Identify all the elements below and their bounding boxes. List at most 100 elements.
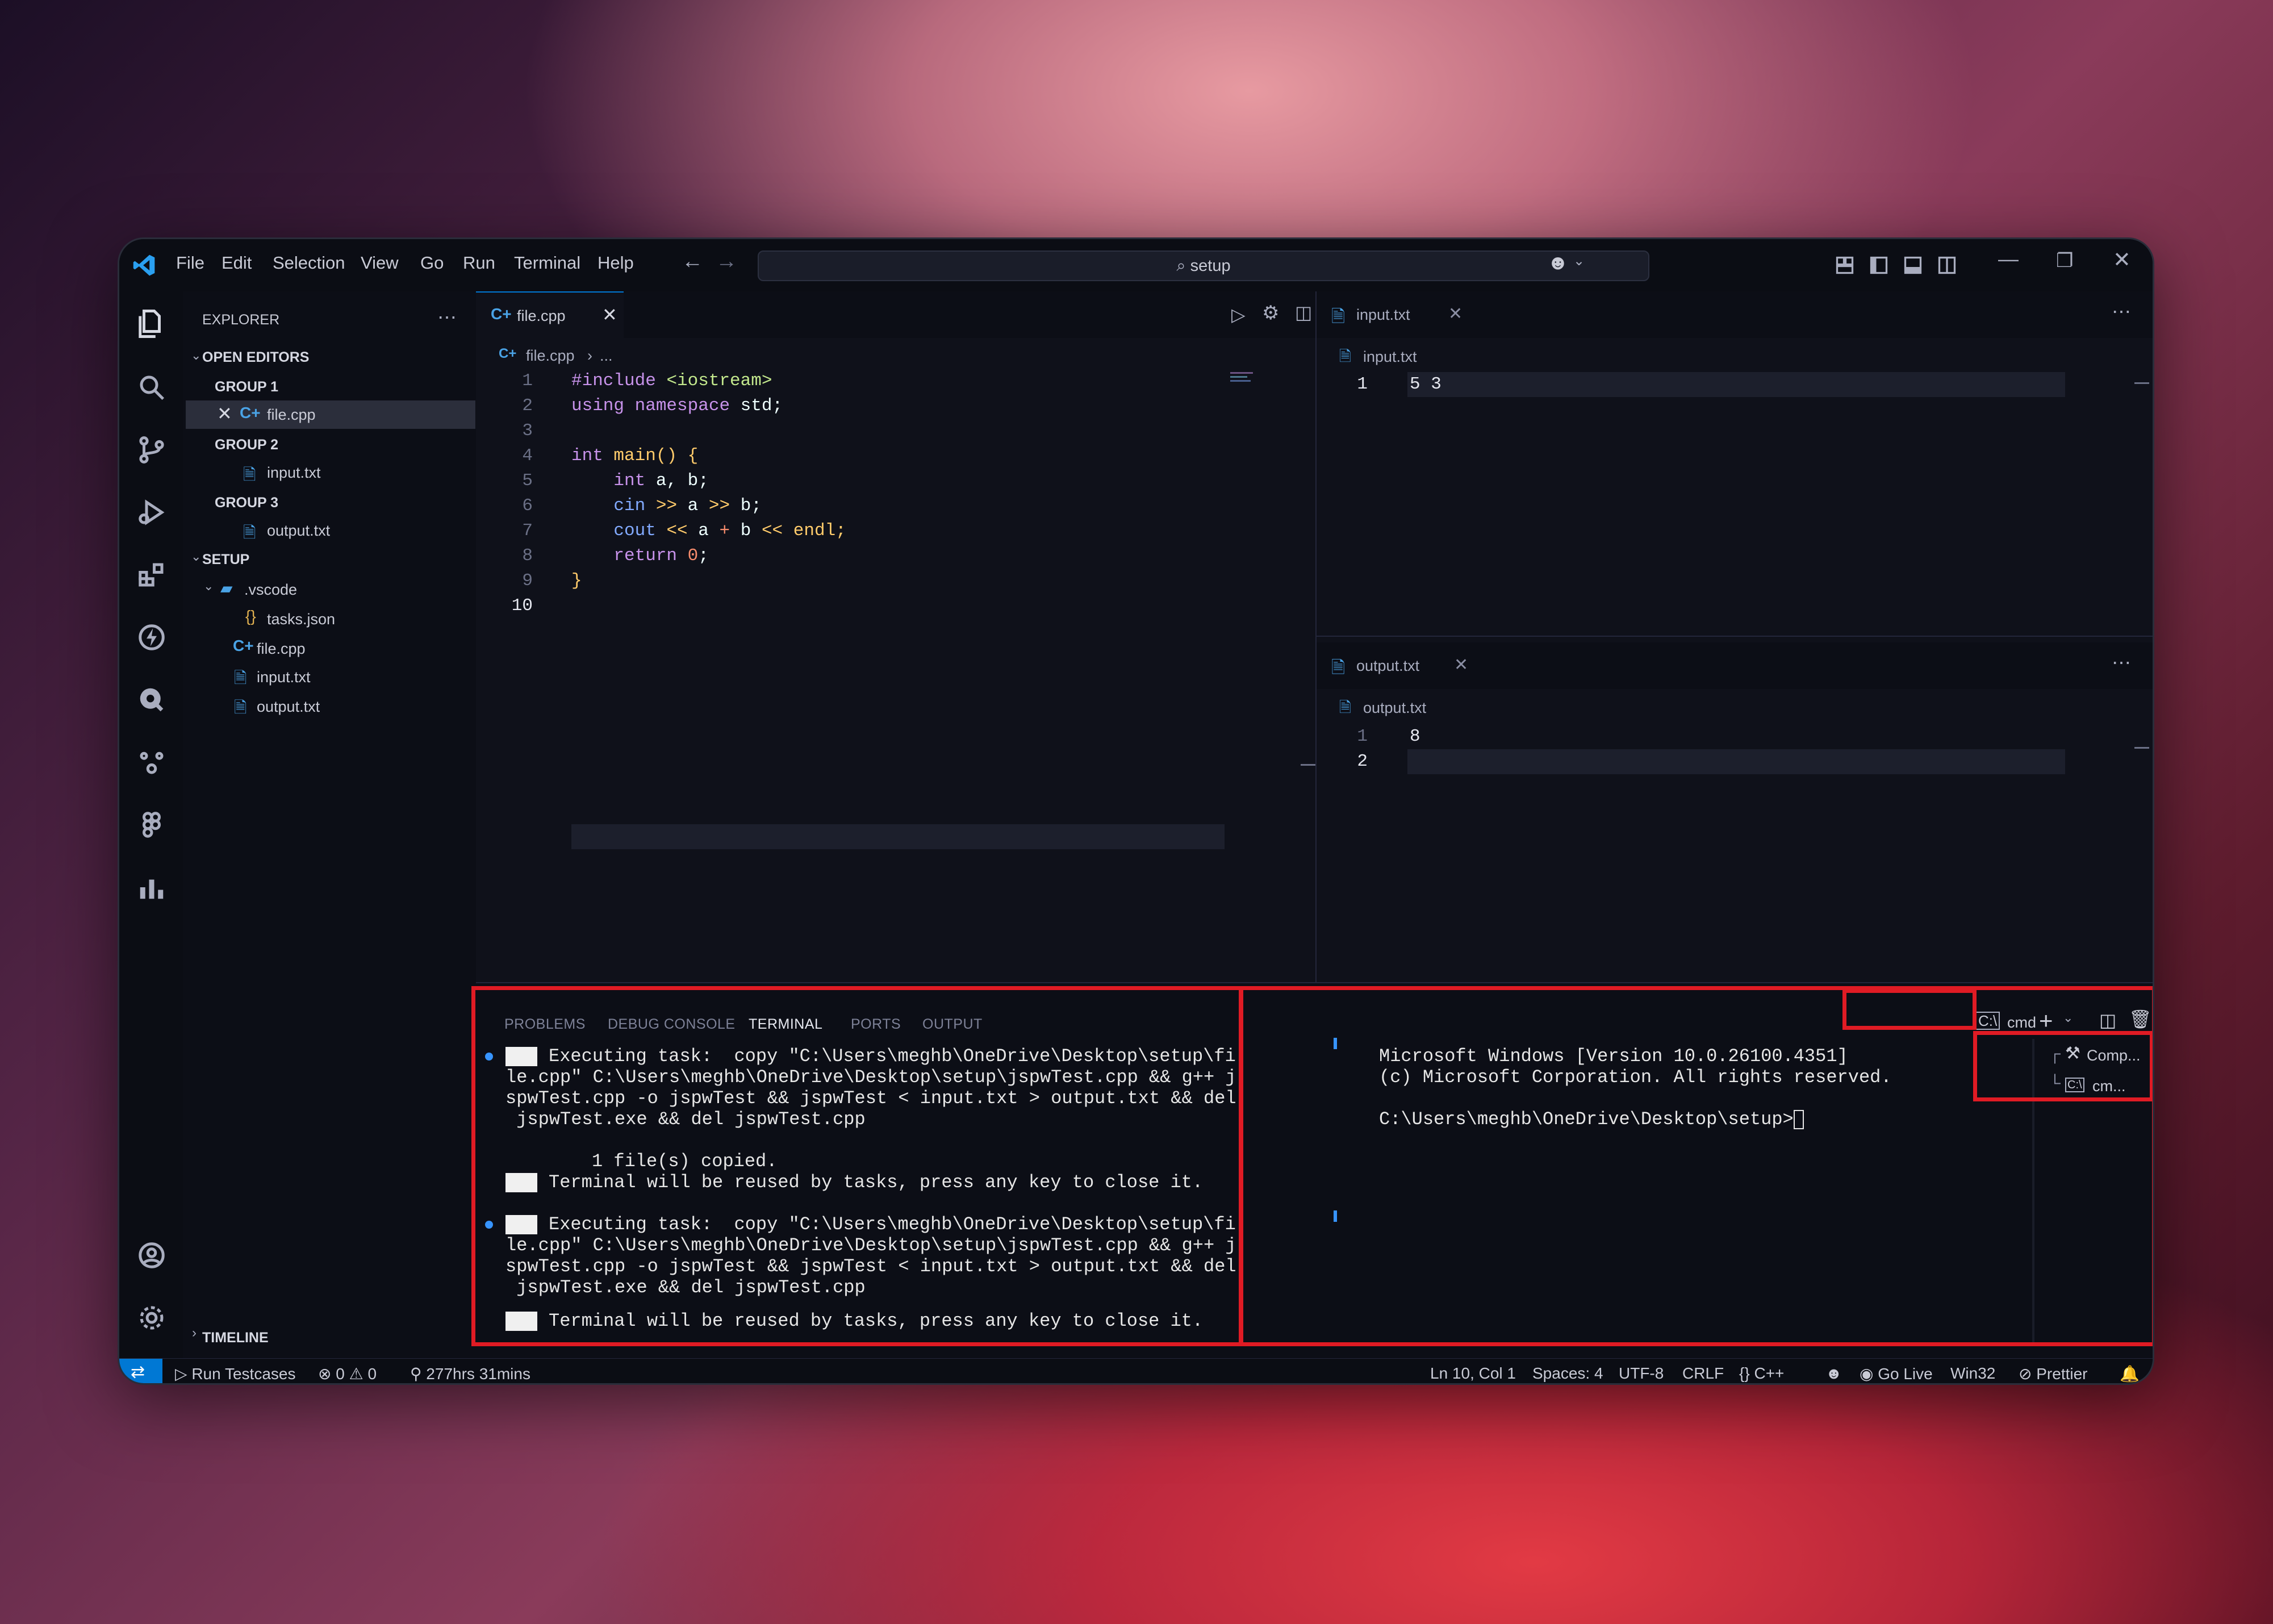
search-icon[interactable]	[136, 372, 167, 403]
group-2-label: GROUP 2	[215, 437, 279, 453]
source-control-icon[interactable]	[136, 435, 167, 465]
split-editor-icon[interactable]: ◫	[1295, 302, 1312, 323]
line-number: 7	[522, 521, 533, 541]
play-icon: ▷	[175, 1365, 187, 1383]
back-arrow-icon[interactable]: ←	[682, 249, 703, 274]
line-number: 1	[1357, 374, 1368, 394]
prettier-status[interactable]: ⊘ Prettier	[2019, 1364, 2088, 1383]
line-number: 1	[1357, 727, 1368, 746]
run-testcases-button[interactable]: ▷ Run Testcases	[175, 1364, 295, 1383]
menu-run[interactable]: Run	[463, 253, 495, 273]
competitive-companion-icon[interactable]	[136, 684, 167, 715]
menu-selection[interactable]: Selection	[273, 253, 345, 273]
minimap[interactable]	[1230, 372, 1259, 389]
timeline-header[interactable]: TIMELINE	[202, 1330, 269, 1346]
menu-file[interactable]: File	[176, 253, 204, 273]
line-number: 5	[522, 471, 533, 491]
json-file-icon: {}	[245, 607, 256, 625]
encoding[interactable]: UTF-8	[1619, 1364, 1664, 1383]
chevron-down-icon[interactable]: ⌄	[1573, 253, 1585, 269]
search-text: setup	[1190, 257, 1231, 275]
group-1-label: GROUP 1	[215, 379, 279, 395]
platform[interactable]: Win32	[1950, 1364, 1995, 1383]
text-file-icon: 🗎	[243, 524, 256, 541]
tab-input-txt[interactable]: 🗎 input.txt ✕	[1317, 291, 1470, 338]
bar-chart-icon[interactable]	[136, 872, 167, 903]
line-ending[interactable]: CRLF	[1682, 1364, 1724, 1383]
breadcrumb-file[interactable]: input.txt	[1363, 348, 1417, 366]
command-center-search[interactable]: ⌕ setup	[758, 251, 1649, 281]
menu-terminal[interactable]: Terminal	[514, 253, 580, 273]
menu-edit[interactable]: Edit	[222, 253, 252, 273]
close-tab-icon[interactable]: ✕	[602, 304, 617, 325]
indentation[interactable]: Spaces: 4	[1532, 1364, 1603, 1383]
open-editor-label[interactable]: output.txt	[267, 522, 330, 540]
account-icon[interactable]	[136, 1240, 167, 1271]
more-actions-icon[interactable]: ⋯	[2112, 300, 2131, 323]
scroll-indicator	[2134, 747, 2149, 749]
forward-arrow-icon[interactable]: →	[716, 249, 737, 274]
chevron-down-icon[interactable]: ⌄	[203, 579, 214, 594]
problems-indicator[interactable]: ⊗ 0 ⚠ 0	[318, 1364, 377, 1383]
tab-label: file.cpp	[517, 307, 566, 324]
toggle-secondary-sidebar-icon[interactable]	[1937, 255, 1957, 275]
settings-gear-icon[interactable]	[136, 1302, 167, 1333]
extensions-icon[interactable]	[136, 560, 167, 590]
activity-bar	[119, 291, 183, 1358]
cursor-position[interactable]: Ln 10, Col 1	[1430, 1364, 1516, 1383]
chevron-down-icon[interactable]: ⌄	[191, 549, 201, 564]
remote-indicator[interactable]: ⇄	[119, 1359, 162, 1383]
close-icon[interactable]: ✕	[217, 403, 232, 424]
code-area[interactable]: #include <iostream> using namespace std;…	[571, 371, 1225, 621]
tab-output-txt[interactable]: 🗎 output.txt ✕	[1317, 642, 1476, 689]
input-content[interactable]: 5 3	[1410, 374, 1441, 394]
explorer-icon[interactable]	[136, 308, 167, 339]
go-live-button[interactable]: ◉ Go Live	[1860, 1364, 1933, 1383]
close-tab-icon[interactable]: ✕	[1448, 304, 1463, 324]
toggle-sidebar-icon[interactable]	[1869, 255, 1889, 275]
figma-icon[interactable]	[136, 809, 167, 840]
open-editor-label[interactable]: input.txt	[267, 464, 321, 482]
live-share-icon[interactable]	[136, 747, 167, 778]
lightning-icon[interactable]	[136, 622, 167, 653]
restore-icon[interactable]: ❐	[2056, 249, 2073, 272]
setup-folder-header[interactable]: SETUP	[202, 552, 249, 568]
more-actions-icon[interactable]: ⋯	[437, 306, 457, 329]
breadcrumb-file[interactable]: file.cpp	[526, 347, 575, 365]
settings-gear-icon[interactable]: ⚙	[1262, 302, 1279, 324]
explorer-sidebar: EXPLORER ⋯ ⌄ OPEN EDITORS GROUP 1 ✕ C+ f…	[183, 291, 476, 1358]
editor-group-1: C+ file.cpp ✕ ▷ ⚙ ◫ C+ file.cpp › ... 1 …	[476, 291, 1318, 982]
breadcrumb-rest[interactable]: ...	[600, 347, 613, 365]
menu-go[interactable]: Go	[420, 253, 444, 273]
minimize-icon[interactable]: —	[1998, 247, 2019, 271]
menu-help[interactable]: Help	[598, 253, 634, 273]
menu-view[interactable]: View	[361, 253, 399, 273]
explorer-title: EXPLORER	[202, 312, 280, 328]
tree-item-file-cpp[interactable]: file.cpp	[257, 640, 306, 658]
tree-item-vscode[interactable]: .vscode	[244, 581, 297, 599]
more-actions-icon[interactable]: ⋯	[2112, 652, 2131, 674]
run-debug-icon[interactable]	[136, 497, 167, 528]
run-code-icon[interactable]: ▷	[1231, 304, 1246, 325]
toggle-panel-icon[interactable]	[1903, 255, 1923, 275]
tab-file-cpp[interactable]: C+ file.cpp ✕	[476, 291, 624, 338]
language-mode[interactable]: {} C++	[1739, 1364, 1784, 1383]
notifications-bell-icon[interactable]: 🔔	[2120, 1364, 2140, 1383]
chevron-down-icon[interactable]: ⌄	[191, 348, 201, 363]
tree-item-output-txt[interactable]: output.txt	[257, 698, 320, 716]
close-window-icon[interactable]: ✕	[2113, 247, 2131, 273]
copilot-status-icon[interactable]: ☻	[1825, 1364, 1842, 1383]
breadcrumb-file[interactable]: output.txt	[1363, 699, 1426, 717]
broadcast-icon: ◉	[1860, 1365, 1874, 1383]
editor-group-2: 🗎 input.txt ✕ ⋯ 🗎 input.txt 1 5 3	[1317, 291, 2153, 637]
copilot-icon[interactable]: ☻	[1547, 251, 1569, 274]
open-editors-header[interactable]: OPEN EDITORS	[202, 349, 309, 366]
chevron-right-icon[interactable]: ›	[192, 1325, 197, 1341]
customize-layout-icon[interactable]	[1835, 255, 1855, 275]
close-tab-icon[interactable]: ✕	[1454, 655, 1468, 675]
tree-item-input-txt[interactable]: input.txt	[257, 669, 311, 686]
output-content[interactable]: 8	[1410, 727, 1420, 746]
cpp-file-icon: C+	[240, 404, 261, 421]
tree-item-tasks-json[interactable]: tasks.json	[267, 611, 335, 628]
time-tracker[interactable]: ⚲ 277hrs 31mins	[410, 1364, 530, 1383]
